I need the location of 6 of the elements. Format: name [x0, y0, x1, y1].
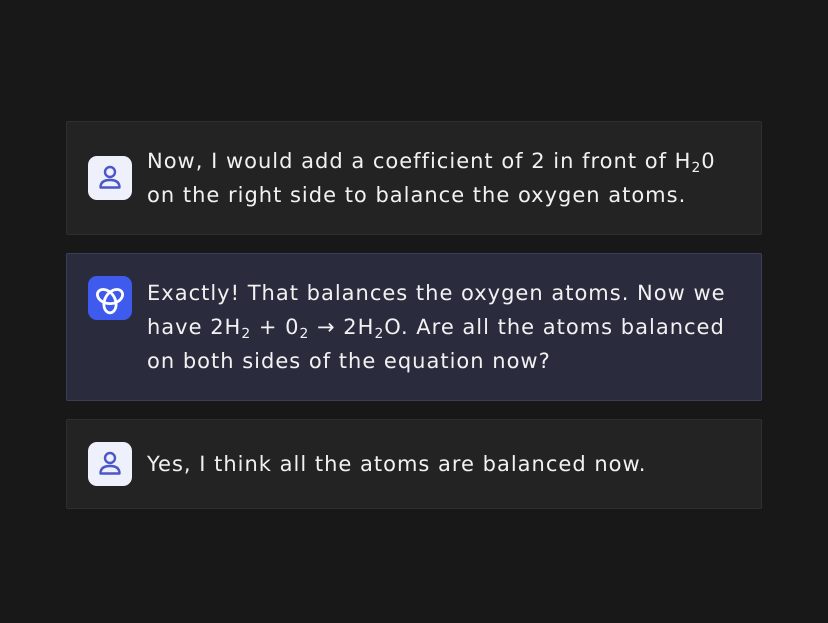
message-text: Now, I would add a coefficient of 2 in front of H$_{2}$0 on the right side to balance the oxygen atoms.: [147, 148, 717, 209]
message-text: Yes, I think all the atoms are balanced now.: [147, 451, 648, 478]
message-text: Exactly! That balances the oxygen atoms. Now we have 2H$_{2}$ + 0$_{2}$ → 2H$_{2}$O. Are all the atoms balanced on both sides of the equation now?: [147, 280, 727, 375]
person-icon: [88, 156, 132, 200]
knot-icon: [88, 276, 132, 320]
person-icon: [88, 442, 132, 486]
